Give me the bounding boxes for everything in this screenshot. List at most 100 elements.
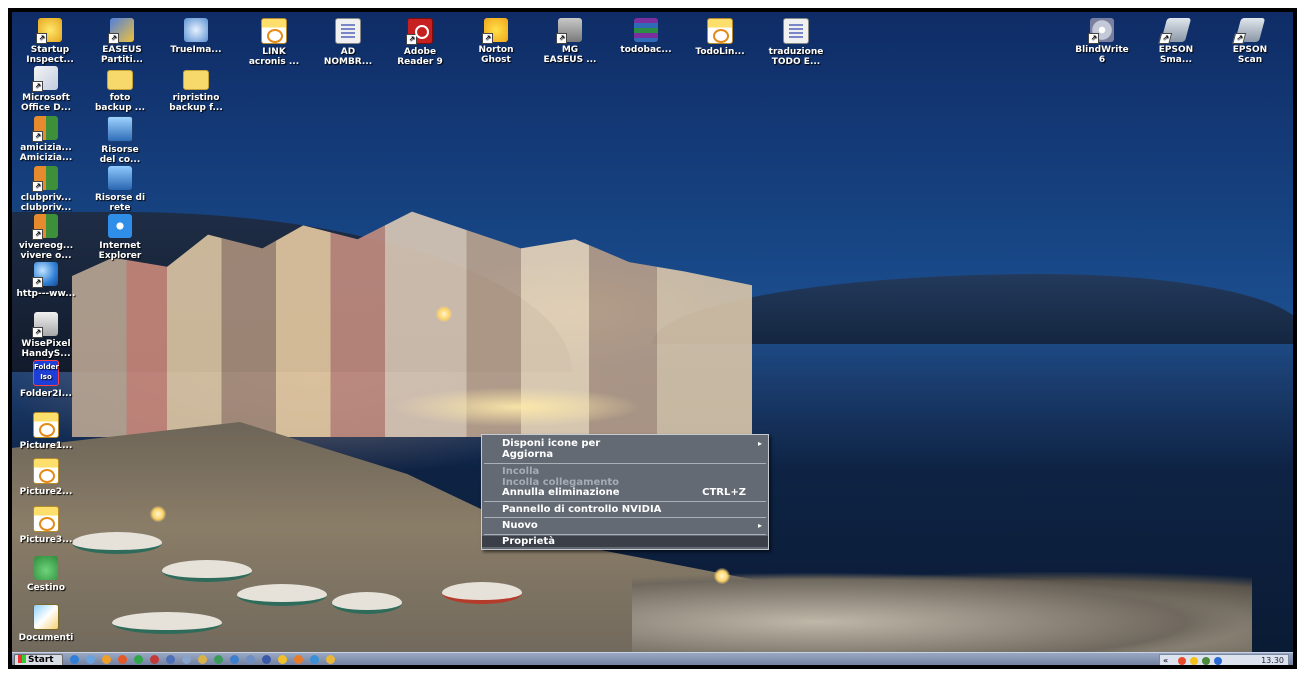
desktop-icon-todolinux[interactable]: TodoLin... [682, 18, 758, 57]
quick-launch-icon[interactable] [182, 655, 191, 664]
desktop-icon-folder2iso[interactable]: Folder Iso Folder2I... [12, 360, 84, 399]
quick-launch-icon[interactable] [134, 655, 143, 664]
desktop-icon-startup-inspector[interactable]: ↗ Startup Inspect... [12, 18, 88, 65]
menu-item-aggiorna[interactable]: Aggiorna [482, 449, 768, 460]
desktop-icon-office-document[interactable]: ↗ Microsoft Office D... [12, 66, 84, 113]
adobe-reader-icon: ↗ [406, 18, 433, 45]
icon-label: TodoLin... [695, 47, 745, 57]
desktop-icon-epson-smart-panel[interactable]: ↗ EPSON Sma... [1138, 18, 1214, 65]
desktop-icon-easeus-partition[interactable]: ↗ EASEUS Partiti... [84, 18, 160, 65]
desktop-icon-clubpriv[interactable]: ↗ clubpriv... clubpriv... [12, 166, 84, 213]
tray-icon[interactable] [1202, 657, 1210, 665]
tray-expand-button[interactable]: « [1163, 655, 1168, 665]
quick-launch-icon[interactable] [230, 655, 239, 664]
icon-label: Picture2... [19, 487, 73, 497]
icon-label: Norton Ghost [478, 45, 514, 65]
bmp-file-icon [707, 18, 733, 44]
menu-item-incolla[interactable]: Incolla [482, 466, 768, 477]
desktop-icon-foto-backup[interactable]: foto backup ... [82, 66, 158, 113]
submenu-arrow-icon: ▸ [757, 439, 762, 448]
desktop-icon-traduzione[interactable]: traduzione TODO E... [758, 18, 834, 67]
desktop-icon-link-acronis[interactable]: LINK acronis ... [236, 18, 312, 67]
icon-label: clubpriv... clubpriv... [20, 193, 72, 213]
windows-logo-icon [18, 655, 26, 663]
startup-inspector-icon: ↗ [36, 18, 62, 44]
wallpaper-boat [112, 612, 222, 634]
icon-label: vivereog... vivere o... [18, 241, 74, 261]
desktop-icon-recycle-bin[interactable]: Cestino [12, 556, 84, 593]
wallpaper-lamp [714, 568, 730, 584]
menu-item-label: Incolla [502, 466, 540, 477]
desktop-icon-todobackup[interactable]: todobac... [608, 18, 684, 55]
desktop-icon-ripristino-backup[interactable]: ripristino backup f... [158, 66, 234, 113]
desktop-icon-blindwrite[interactable]: ↗ BlindWrite 6 [1064, 18, 1140, 65]
people-icon: ↗ [32, 166, 58, 192]
icon-label: foto backup ... [94, 93, 146, 113]
desktop-icon-wisepixel[interactable]: ↗ WisePixel HandyS... [12, 312, 84, 359]
my-computer-icon [107, 116, 133, 142]
wallpaper-boat [237, 584, 327, 606]
jpg-file-icon [33, 458, 59, 484]
epson-scan-icon: ↗ [1232, 18, 1266, 44]
desktop-icon-picture1[interactable]: Picture1... [12, 412, 84, 451]
folder2iso-icon-text: Iso [40, 373, 52, 381]
quick-launch-icon[interactable] [166, 655, 175, 664]
desktop[interactable]: ↗ Startup Inspect... ↗ EASEUS Partiti...… [12, 12, 1293, 665]
desktop-icon-ad-nombr[interactable]: AD NOMBR... [310, 18, 386, 67]
wallpaper-boat [442, 582, 522, 604]
jpg-file-icon [261, 18, 287, 44]
quick-launch-icon[interactable] [294, 655, 303, 664]
network-places-icon [108, 166, 132, 190]
start-label: Start [28, 655, 54, 665]
taskbar-clock[interactable]: 13.30 [1261, 655, 1284, 665]
tray-icon[interactable] [1190, 657, 1198, 665]
desktop-icon-adobe-reader[interactable]: ↗ Adobe Reader 9 [382, 18, 458, 67]
quick-launch-icon[interactable] [310, 655, 319, 664]
people-icon: ↗ [32, 214, 58, 240]
tray-icon[interactable] [1214, 657, 1222, 665]
desktop-icon-epson-scan[interactable]: ↗ EPSON Scan [1212, 18, 1288, 65]
quick-launch-icon[interactable] [214, 655, 223, 664]
quick-launch-icon[interactable] [198, 655, 207, 664]
icon-label: WisePixel HandyS... [21, 339, 71, 359]
desktop-icon-picture3[interactable]: Picture3... [12, 506, 84, 545]
menu-item-nuovo[interactable]: Nuovo ▸ [482, 520, 768, 531]
menu-item-label: Proprietà [502, 536, 555, 547]
quick-launch-icon[interactable] [102, 655, 111, 664]
start-button[interactable]: Start [14, 654, 63, 665]
desktop-icon-norton-ghost[interactable]: ↗ Norton Ghost [458, 18, 534, 65]
menu-item-label: Pannello di controllo NVIDIA [502, 504, 662, 515]
quick-launch-icon[interactable] [278, 655, 287, 664]
quick-launch-icon[interactable] [326, 655, 335, 664]
quick-launch-icon[interactable] [118, 655, 127, 664]
tray-icon[interactable] [1178, 657, 1186, 665]
desktop-icon-my-documents[interactable]: Documenti [12, 604, 84, 643]
quick-launch-ie-icon[interactable] [70, 655, 79, 664]
desktop-icon-trueimage[interactable]: TrueIma... [158, 18, 234, 55]
icon-label: http---ww... [16, 289, 76, 299]
menu-item-shortcut: CTRL+Z [702, 487, 746, 498]
menu-item-nvidia-control-panel[interactable]: Pannello di controllo NVIDIA [482, 504, 768, 515]
quick-launch-icon[interactable] [246, 655, 255, 664]
menu-item-annulla-eliminazione[interactable]: Annulla eliminazione CTRL+Z [482, 487, 768, 498]
desktop-icon-web-shortcut[interactable]: ↗ http---ww... [12, 262, 84, 299]
desktop-icon-amicizia[interactable]: ↗ amicizia... Amicizia... [12, 116, 84, 163]
quick-launch-icon[interactable] [86, 655, 95, 664]
icon-label: Risorse di rete [94, 193, 146, 213]
blindwrite-icon: ↗ [1088, 18, 1114, 44]
desktop-icon-network-places[interactable]: Risorse di rete [82, 166, 158, 213]
desktop-icon-picture2[interactable]: Picture2... [12, 458, 84, 497]
menu-item-proprieta[interactable]: Proprietà [482, 536, 768, 547]
trueimage-icon [184, 18, 208, 42]
desktop-icon-my-computer[interactable]: Risorse del co... [82, 116, 158, 165]
menu-item-disponi-icone[interactable]: Disponi icone per ▸ [482, 438, 768, 449]
icon-label: AD NOMBR... [323, 47, 373, 67]
desktop-icon-vivereoggi[interactable]: ↗ vivereog... vivere o... [12, 214, 84, 261]
icon-label: LINK acronis ... [248, 47, 300, 67]
icon-label: MG EASEUS ... [543, 45, 597, 65]
desktop-icon-internet-explorer[interactable]: Internet Explorer [82, 214, 158, 261]
desktop-icon-mg-easeus[interactable]: ↗ MG EASEUS ... [532, 18, 608, 65]
quick-launch-icon[interactable] [262, 655, 271, 664]
mg-easeus-icon: ↗ [556, 18, 582, 44]
quick-launch-icon[interactable] [150, 655, 159, 664]
